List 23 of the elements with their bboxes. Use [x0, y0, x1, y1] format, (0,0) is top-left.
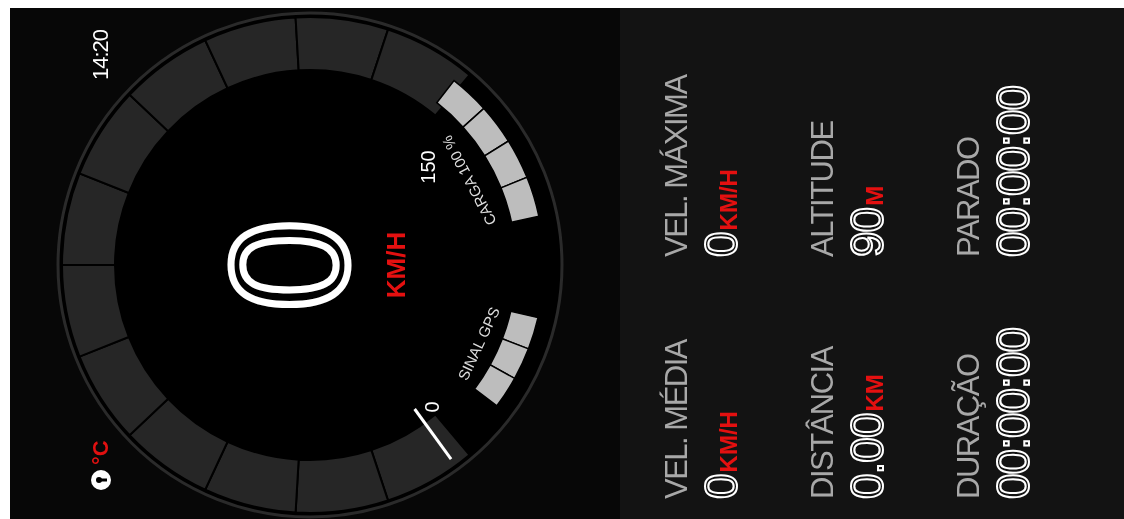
stat-unit: KM/H	[715, 169, 743, 231]
stat-value: 0.00	[844, 413, 890, 499]
stat-label: VEL. MÁXIMA	[660, 73, 694, 257]
stat-label: VEL. MÉDIA	[660, 338, 694, 499]
stat-value: 90	[844, 207, 890, 257]
stat-label: DURAÇÃO	[952, 353, 986, 499]
stat-label: DISTÂNCIA	[806, 345, 840, 499]
speed-value: 0	[197, 219, 381, 311]
scale-label: 0	[421, 401, 443, 413]
stat-unit: KM	[861, 374, 889, 412]
stat-label: PARADO	[952, 136, 986, 257]
stat-value: 0	[698, 232, 744, 257]
lock-icon	[90, 469, 112, 491]
stat-unit: KM/H	[715, 411, 743, 473]
stat-value: 00:00:00	[990, 327, 1036, 499]
speed-unit: KM/H	[381, 231, 411, 299]
scale-label: 150	[417, 150, 439, 184]
stat-value: 00:00:00	[990, 85, 1036, 257]
stat-label: ALTITUDE	[806, 120, 840, 257]
temperature-unit: °C	[88, 440, 114, 465]
stat-unit: M	[861, 185, 889, 206]
stat-value: 0	[698, 474, 744, 499]
clock-time: 14:20	[88, 30, 114, 81]
